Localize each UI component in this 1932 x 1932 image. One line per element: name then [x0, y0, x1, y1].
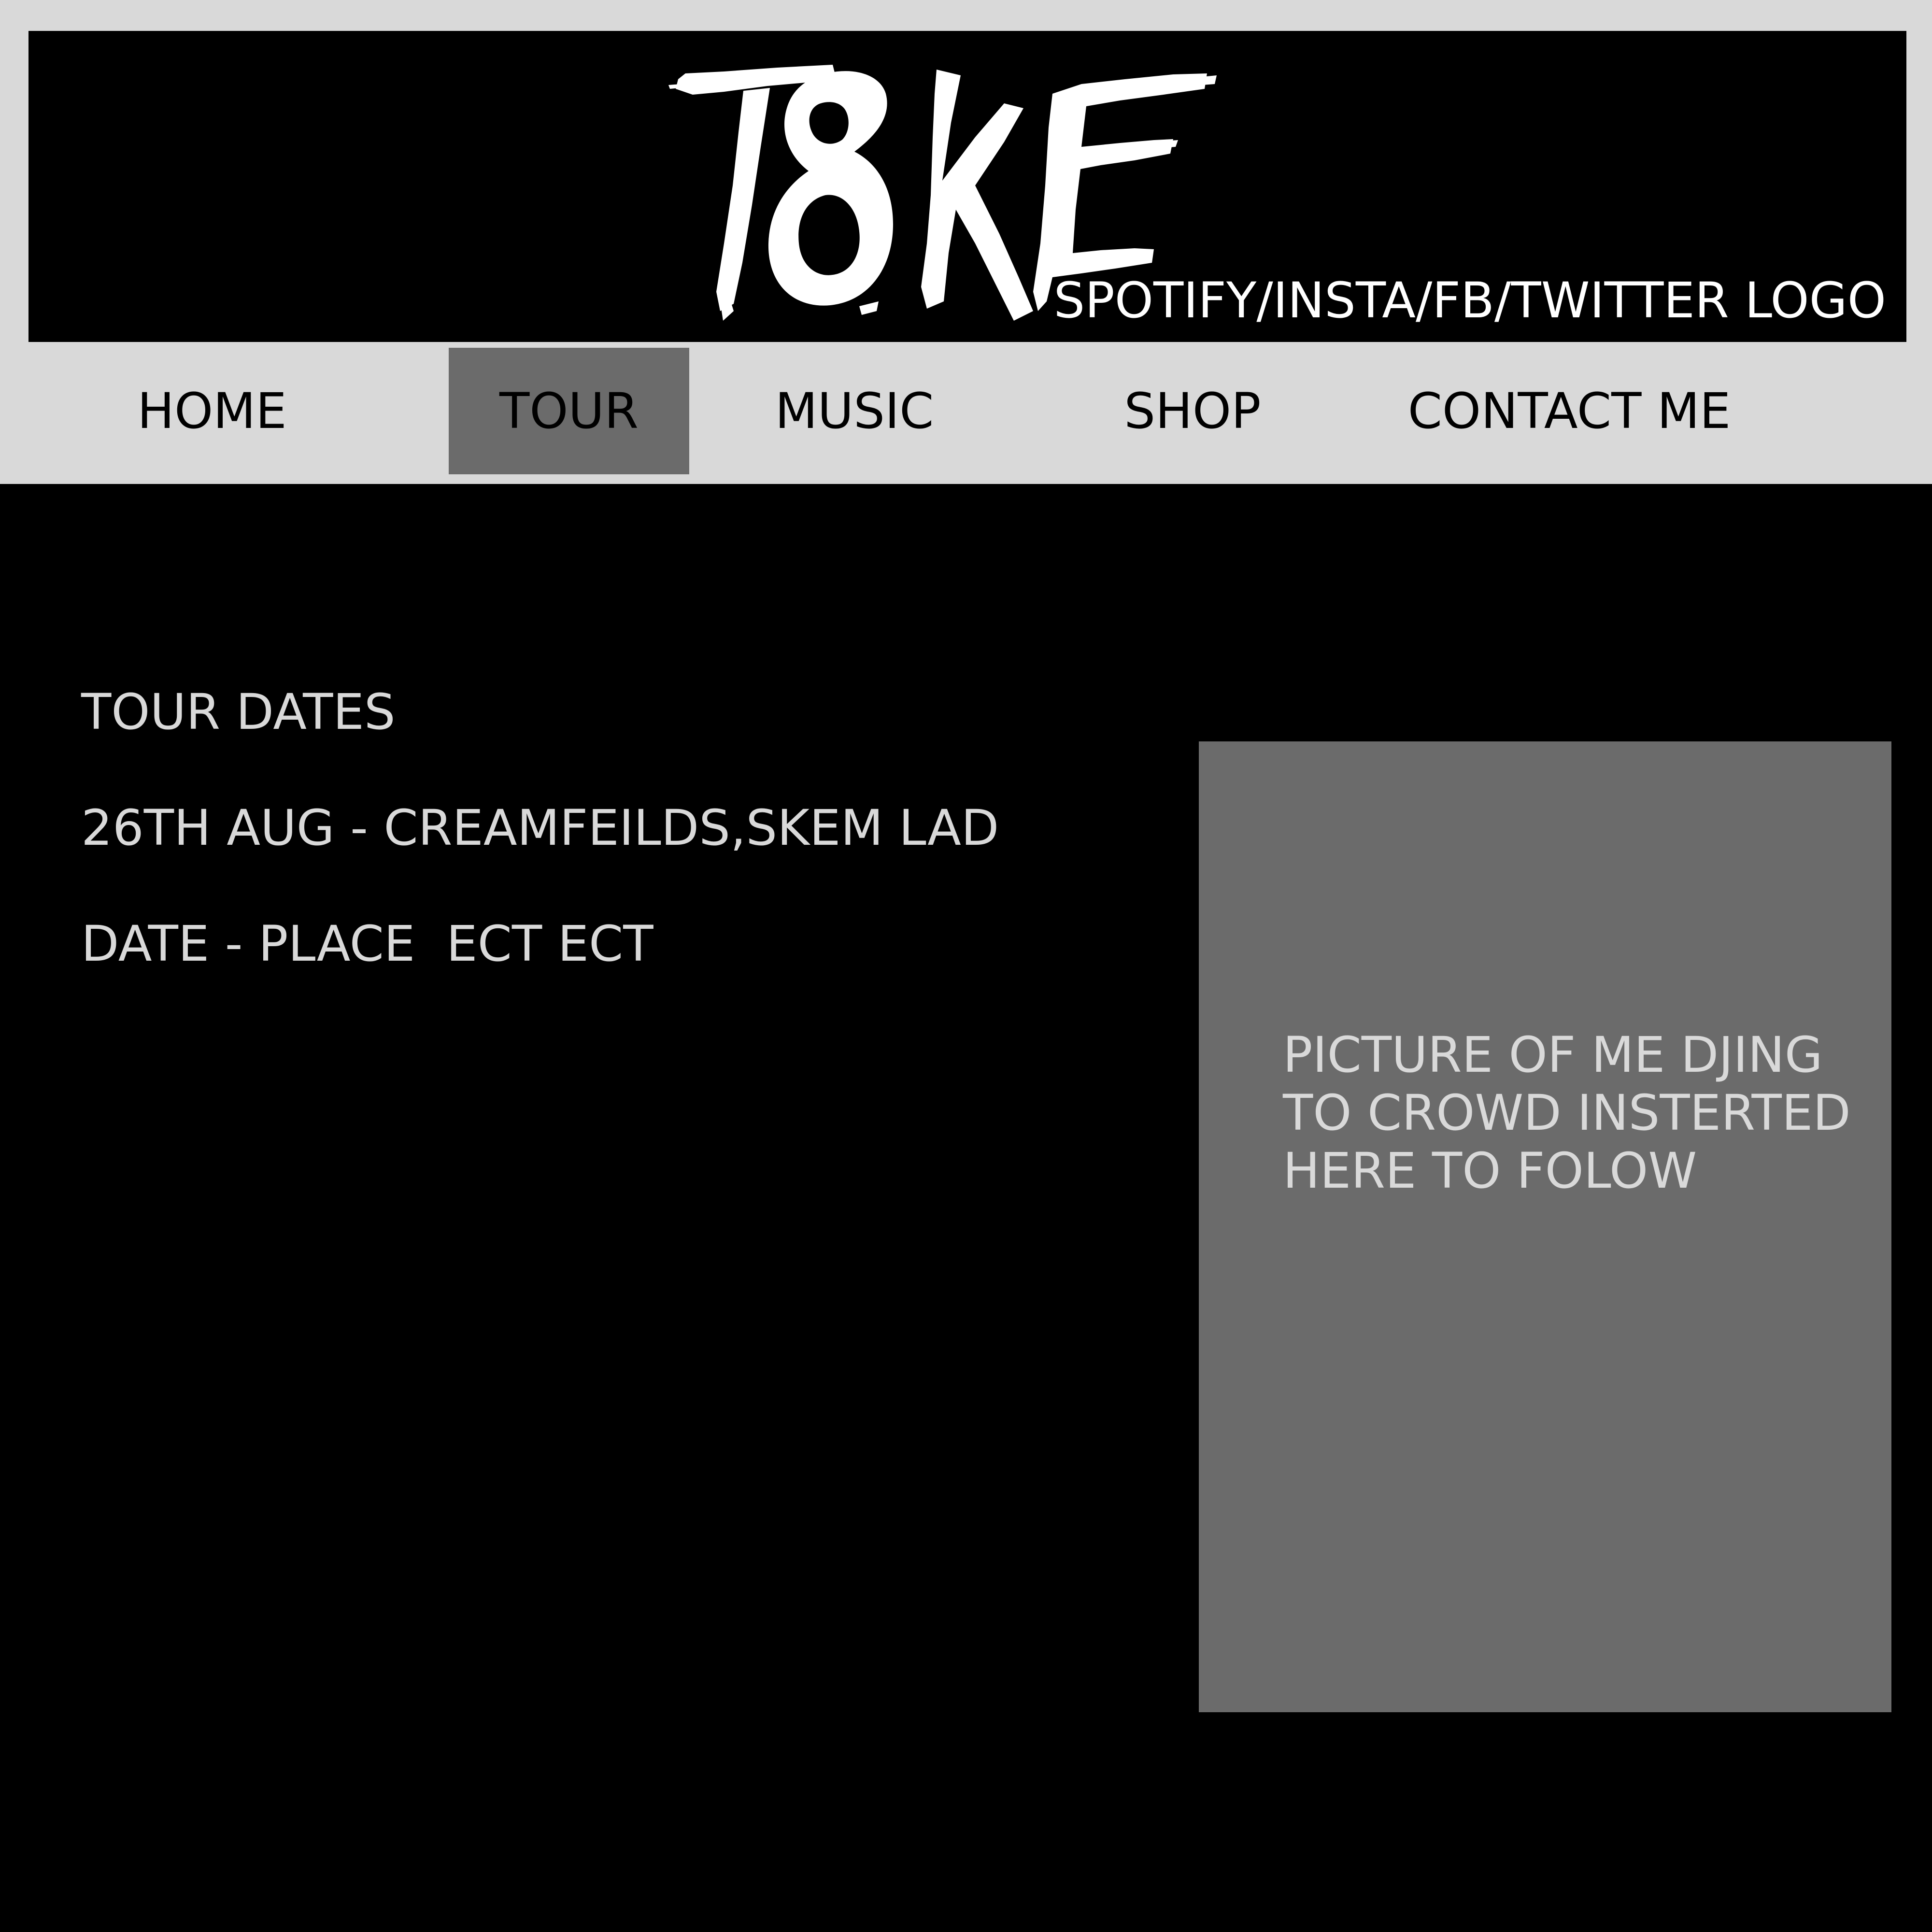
picture-caption: PICTURE OF ME DJING TO CROWD INSTERTED H… — [1283, 1026, 1862, 1200]
nav-contact-me[interactable]: CONTACT ME — [1395, 348, 1743, 474]
nav-tour[interactable]: TOUR — [449, 348, 689, 474]
main-nav: HOME TOUR MUSIC SHOP CONTACT ME — [28, 348, 1906, 474]
picture-caption-line: PICTURE OF ME DJING — [1283, 1026, 1823, 1084]
nav-music[interactable]: MUSIC — [743, 348, 966, 474]
tour-dates-heading: TOUR DATES — [81, 683, 396, 741]
nav-home[interactable]: HOME — [120, 348, 304, 474]
dj-picture-placeholder: PICTURE OF ME DJING TO CROWD INSTERTED H… — [1199, 741, 1891, 1712]
top-band: SPOTIFY/INSTA/FB/TWITTER LOGO HOME TOUR … — [0, 0, 1932, 484]
social-links-placeholder[interactable]: SPOTIFY/INSTA/FB/TWITTER LOGO — [1053, 276, 1886, 326]
tour-date-item: DATE - PLACE ECT ECT — [81, 915, 653, 973]
page: SPOTIFY/INSTA/FB/TWITTER LOGO HOME TOUR … — [0, 0, 1932, 1932]
tour-date-item: 26TH AUG - CREAMFEILDS,SKEM LAD — [81, 799, 999, 857]
picture-caption-line: TO CROWD INSTERTED — [1283, 1084, 1851, 1142]
header-banner: SPOTIFY/INSTA/FB/TWITTER LOGO — [28, 31, 1906, 342]
nav-shop[interactable]: SHOP — [1091, 348, 1294, 474]
picture-caption-line: HERE TO FOLOW — [1283, 1142, 1697, 1200]
